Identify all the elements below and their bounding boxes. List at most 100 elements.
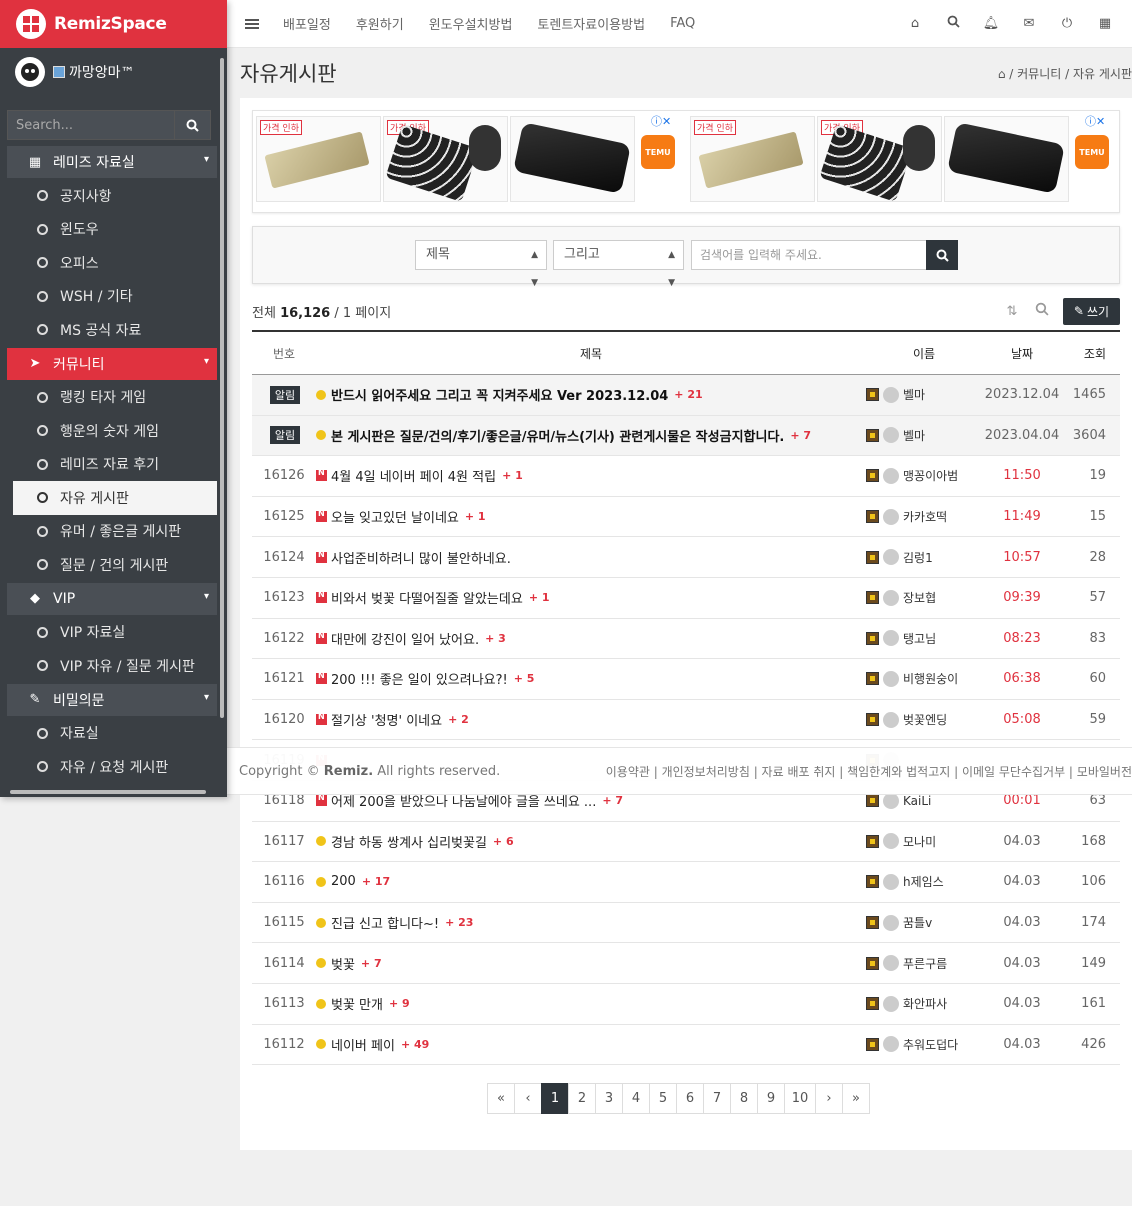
ad-product-keyboard[interactable]: 가격 인하 — [817, 116, 942, 202]
post-title-link[interactable]: 사업준비하려니 많이 불안하네요. — [331, 548, 511, 567]
row-title[interactable]: 벚꽃 만개 + 9 — [316, 994, 866, 1013]
home-icon[interactable]: ⌂ — [896, 16, 934, 31]
header-name[interactable]: 이름 — [866, 345, 982, 362]
pagination-page[interactable]: 10 — [784, 1083, 816, 1114]
author-name[interactable]: 맹꽁이아범 — [903, 467, 958, 484]
row-author[interactable]: 벨마 — [866, 427, 982, 444]
table-row[interactable]: 16115 진급 신고 합니다~! + 23 꿈틀v 04.03 174 — [252, 903, 1120, 944]
post-title-link[interactable]: 대만에 강진이 일어 났어요. — [331, 629, 479, 648]
post-title-link[interactable]: 절기상 '청명' 이네요 — [331, 710, 442, 729]
row-title[interactable]: 절기상 '청명' 이네요 + 2 — [316, 710, 866, 729]
sidebar-item-vip-board[interactable]: VIP 자유 / 질문 게시판 — [7, 649, 217, 683]
search-operator-select[interactable]: 그리고 ▲ ▼ — [553, 240, 684, 288]
post-title-link[interactable]: 벚꽃 — [331, 954, 355, 973]
ad-product-usb[interactable]: 가격 인하 — [690, 116, 815, 202]
row-author[interactable]: 모나미 — [866, 833, 982, 850]
row-author[interactable]: 벚꽃엔딩 — [866, 711, 982, 728]
post-title-link[interactable]: 본 게시판은 질문/건의/후기/좋은글/유머/뉴스(기사) 관련게시물은 작성금… — [331, 426, 784, 445]
author-name[interactable]: 카카호떡 — [903, 508, 947, 525]
sidebar-item-wsh[interactable]: WSH / 기타 — [7, 280, 217, 314]
sidebar-item-free-board[interactable]: 자유 게시판 — [13, 481, 217, 515]
pagination-last-icon[interactable]: » — [842, 1083, 870, 1114]
sidebar-search-button[interactable] — [175, 110, 211, 140]
table-row[interactable]: 알림 본 게시판은 질문/건의/후기/좋은글/유머/뉴스(기사) 관련게시물은 작… — [252, 415, 1120, 457]
row-title[interactable]: 본 게시판은 질문/건의/후기/좋은글/유머/뉴스(기사) 관련게시물은 작성금… — [316, 426, 866, 445]
author-name[interactable]: 벨마 — [903, 386, 925, 403]
sidebar-scrollbar-horizontal[interactable] — [10, 790, 206, 794]
sidebar-item-secret-files[interactable]: 자료실 — [7, 717, 217, 751]
pagination-page[interactable]: 8 — [730, 1083, 758, 1114]
post-title-link[interactable]: 200 !!! 좋은 일이 있으려나요?! — [331, 669, 508, 688]
table-row[interactable]: 16121 200 !!! 좋은 일이 있으려나요?! + 5 비행원숭이 06:38 6… — [252, 659, 1120, 700]
post-title-link[interactable]: 비와서 벚꽃 다떨어질줄 알았는데요 — [331, 588, 523, 607]
sidebar-item-request-board[interactable]: 자유 / 요청 게시판 — [7, 750, 217, 784]
sidebar-item-notice[interactable]: 공지사항 — [7, 179, 217, 213]
ad-banner[interactable]: 가격 인하 가격 인하 TEMU ⓘ✕ 가격 인하 가격 인하 TEMU ⓘ✕ — [252, 110, 1120, 213]
bell-icon[interactable]: 🔔︎ — [972, 16, 1010, 31]
temu-logo[interactable]: TEMU — [1075, 135, 1109, 169]
row-title[interactable]: 200 !!! 좋은 일이 있으려나요?! + 5 — [316, 669, 866, 688]
sidebar-item-ms-official[interactable]: MS 공식 자료 — [7, 313, 217, 347]
pagination-next-icon[interactable]: › — [815, 1083, 843, 1114]
home-icon[interactable]: ⌂ — [998, 67, 1006, 81]
row-author[interactable]: 김렁1 — [866, 549, 982, 566]
row-title[interactable]: 네이버 페이 + 49 — [316, 1035, 866, 1054]
row-title[interactable]: 대만에 강진이 일어 났어요. + 3 — [316, 629, 866, 648]
table-row[interactable]: 알림 반드시 읽어주세요 그리고 꼭 지켜주세요 Ver 2023.12.04 + … — [252, 375, 1120, 416]
table-row[interactable]: 16123 비와서 벚꽃 다떨어질줄 알았는데요 + 1 장보협 09:39 57 — [252, 578, 1120, 619]
search-field-select[interactable]: 제목 ▲ ▼ — [415, 240, 547, 288]
row-title[interactable]: 진급 신고 합니다~! + 23 — [316, 913, 866, 932]
sidebar-section-secret[interactable]: ✎ 비밀의문 ▾ — [7, 683, 217, 716]
post-title-link[interactable]: 오늘 잊고있던 날이네요 — [331, 507, 459, 526]
author-name[interactable]: 푸른구름 — [903, 955, 947, 972]
nav-link-donate[interactable]: 후원하기 — [356, 14, 404, 33]
author-name[interactable]: KaiLi — [903, 794, 931, 808]
author-name[interactable]: 꿈틀v — [903, 914, 932, 931]
pagination-page[interactable]: 2 — [568, 1083, 596, 1114]
author-name[interactable]: 벚꽃엔딩 — [903, 711, 947, 728]
row-author[interactable]: 추워도덥다 — [866, 1036, 982, 1053]
author-name[interactable]: 화안파사 — [903, 995, 947, 1012]
row-author[interactable]: KaiLi — [866, 792, 982, 809]
search-button[interactable] — [926, 240, 958, 270]
table-row[interactable]: 16120 절기상 '청명' 이네요 + 2 벚꽃엔딩 05:08 59 — [252, 700, 1120, 741]
sidebar-section-remiz-files[interactable]: ▦ 레미즈 자료실 ▾ — [7, 146, 217, 178]
row-title[interactable]: 반드시 읽어주세요 그리고 꼭 지켜주세요 Ver 2023.12.04 + 21 — [316, 385, 866, 404]
table-row[interactable]: 16117 경남 하동 쌍계사 십리벚꽃길 + 6 모나미 04.03 168 — [252, 822, 1120, 863]
header-no[interactable]: 번호 — [252, 345, 316, 362]
pagination-page[interactable]: 4 — [622, 1083, 650, 1114]
sidebar-item-lucky-number[interactable]: 행운의 숫자 게임 — [7, 414, 217, 448]
row-title[interactable]: 4월 4일 네이버 페이 4원 적립 + 1 — [316, 466, 866, 485]
sidebar-item-windows[interactable]: 윈도우 — [7, 213, 217, 247]
table-row[interactable]: 16126 4월 4일 네이버 페이 4원 적립 + 1 맹꽁이아범 11:50 19 — [252, 456, 1120, 497]
row-author[interactable]: 장보협 — [866, 589, 982, 606]
row-author[interactable]: 카카호떡 — [866, 508, 982, 525]
post-title-link[interactable]: 4월 4일 네이버 페이 4원 적립 — [331, 466, 496, 485]
header-views[interactable]: 조회 — [1062, 345, 1120, 362]
row-author[interactable]: 비행원숭이 — [866, 670, 982, 687]
sort-icon[interactable]: ⇅ — [997, 304, 1027, 319]
ad-close-icon[interactable]: ⓘ✕ — [1085, 113, 1105, 129]
nav-link-schedule[interactable]: 배포일정 — [283, 14, 331, 33]
pagination-page[interactable]: 7 — [703, 1083, 731, 1114]
sidebar-item-office[interactable]: 오피스 — [7, 246, 217, 280]
table-row[interactable]: 16114 벚꽃 + 7 푸른구름 04.03 149 — [252, 943, 1120, 984]
table-row[interactable]: 16122 대만에 강진이 일어 났어요. + 3 탱고님 08:23 83 — [252, 619, 1120, 660]
row-author[interactable]: h제임스 — [866, 873, 982, 890]
user-profile[interactable]: 까망앙마™ — [0, 48, 227, 96]
row-title[interactable]: 오늘 잊고있던 날이네요 + 1 — [316, 507, 866, 526]
pagination-page[interactable]: 3 — [595, 1083, 623, 1114]
author-name[interactable]: 김렁1 — [903, 549, 933, 566]
author-name[interactable]: 벨마 — [903, 427, 925, 444]
sidebar-item-reviews[interactable]: 레미즈 자료 후기 — [7, 448, 217, 482]
post-title-link[interactable]: 반드시 읽어주세요 그리고 꼭 지켜주세요 Ver 2023.12.04 — [331, 385, 668, 404]
row-author[interactable]: 화안파사 — [866, 995, 982, 1012]
search-icon[interactable] — [1027, 302, 1057, 320]
footer-links[interactable]: 이용약관 | 개인정보처리방침 | 자료 배포 취지 | 책임한계와 법적고지 … — [606, 763, 1132, 780]
post-title-link[interactable]: 진급 신고 합니다~! — [331, 913, 439, 932]
author-name[interactable]: 모나미 — [903, 833, 936, 850]
post-title-link[interactable]: 벚꽃 만개 — [331, 994, 383, 1013]
ad-product-keyboard[interactable]: 가격 인하 — [383, 116, 508, 202]
pagination-page[interactable]: 5 — [649, 1083, 677, 1114]
sidebar-item-typing-game[interactable]: 랭킹 타자 게임 — [7, 381, 217, 415]
